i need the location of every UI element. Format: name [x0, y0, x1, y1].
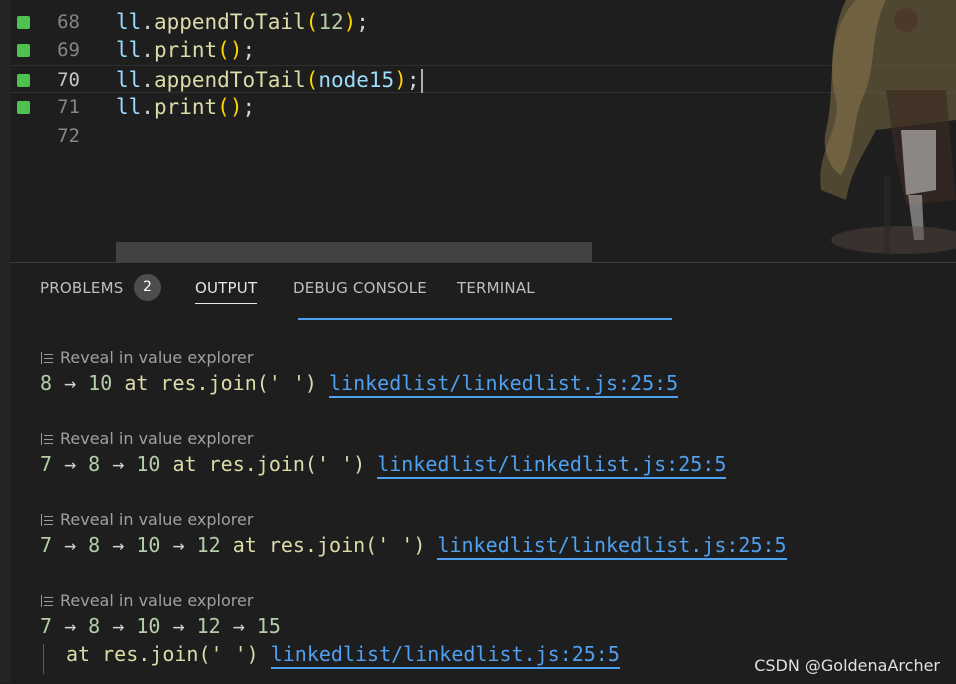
- source-expression: at res.join(' '): [232, 533, 426, 557]
- output-value-line: 7 → 8 → 10 at res.join(' ') linkedlist/l…: [40, 450, 940, 479]
- list-tree-icon: [40, 595, 54, 607]
- list-value: 8: [88, 533, 101, 557]
- source-expression: at res.join(' '): [172, 452, 366, 476]
- output-value-line: 7 → 8 → 10 → 12 at res.join(' ') linkedl…: [40, 531, 940, 560]
- text-cursor: [420, 69, 423, 93]
- wrap-indent-guide: [43, 644, 44, 674]
- source-expression: at res.join(' '): [66, 642, 259, 666]
- reveal-in-value-explorer[interactable]: Reveal in value explorer: [40, 509, 940, 531]
- code-text: ll.appendToTail(node15);: [116, 66, 423, 94]
- reveal-label: Reveal in value explorer: [60, 429, 254, 448]
- list-value: 7: [40, 452, 53, 476]
- source-location-link[interactable]: linkedlist/linkedlist.js:25:5: [329, 371, 679, 398]
- reveal-in-value-explorer[interactable]: Reveal in value explorer: [40, 590, 940, 612]
- panel-tab-bar: PROBLEMS 2 OUTPUT DEBUG CONSOLE TERMINAL: [10, 263, 956, 313]
- output-entry: Reveal in value explorer 8 → 10 at res.j…: [40, 347, 940, 398]
- reveal-label: Reveal in value explorer: [60, 591, 254, 610]
- output-value-line: 7 → 8 → 10 → 12 → 15: [40, 614, 281, 638]
- list-value: 8: [88, 452, 101, 476]
- source-location-link[interactable]: linkedlist/linkedlist.js:25:5: [270, 642, 620, 669]
- tab-output[interactable]: OUTPUT: [195, 279, 258, 304]
- list-tree-icon: [40, 352, 54, 364]
- list-value: 12: [196, 614, 221, 638]
- watermark: CSDN @GoldenaArcher: [754, 656, 940, 675]
- modified-line-marker: [17, 101, 30, 114]
- horizontal-scrollbar[interactable]: [116, 242, 592, 262]
- modified-line-marker: [17, 44, 30, 57]
- line-number: 69: [57, 39, 80, 61]
- list-value: 8: [40, 371, 53, 395]
- list-tree-icon: [40, 433, 54, 445]
- output-entry: Reveal in value explorer 7 → 8 → 10 at r…: [40, 428, 940, 479]
- background-character-artwork: [820, 0, 956, 255]
- source-location-link[interactable]: linkedlist/linkedlist.js:25:5: [437, 533, 787, 560]
- problems-count-badge: 2: [134, 274, 161, 301]
- list-value: 12: [196, 533, 221, 557]
- source-location-link[interactable]: linkedlist/linkedlist.js:25:5: [377, 452, 727, 479]
- line-number: 72: [57, 125, 80, 147]
- reveal-in-value-explorer[interactable]: Reveal in value explorer: [40, 347, 940, 369]
- code-arg: 12: [318, 10, 344, 34]
- reveal-label: Reveal in value explorer: [60, 348, 254, 367]
- output-value-line: 8 → 10 at res.join(' ') linkedlist/linke…: [40, 369, 940, 398]
- activity-bar-edge: [0, 0, 10, 683]
- list-value: 10: [136, 614, 161, 638]
- tab-debug-console[interactable]: DEBUG CONSOLE: [293, 279, 427, 297]
- line-number: 70: [57, 69, 80, 91]
- reveal-label: Reveal in value explorer: [60, 510, 254, 529]
- list-value: 10: [88, 371, 113, 395]
- list-value: 8: [88, 614, 101, 638]
- list-tree-icon: [40, 514, 54, 526]
- list-value: 7: [40, 614, 53, 638]
- bottom-panel: PROBLEMS 2 OUTPUT DEBUG CONSOLE TERMINAL…: [10, 262, 956, 684]
- list-value: 10: [136, 533, 161, 557]
- code-text: ll.appendToTail(12);: [116, 10, 369, 34]
- output-log: Reveal in value explorer 8 → 10 at res.j…: [10, 313, 956, 684]
- code-object: ll: [116, 10, 142, 34]
- reveal-in-value-explorer[interactable]: Reveal in value explorer: [40, 428, 940, 450]
- code-method: appendToTail: [153, 10, 306, 34]
- line-number: 71: [57, 96, 80, 118]
- line-number: 68: [57, 11, 80, 33]
- modified-line-marker: [17, 74, 30, 87]
- tab-problems[interactable]: PROBLEMS: [40, 279, 123, 297]
- code-editor[interactable]: 68 ll.appendToTail(12); 69 ll.print(); 7…: [10, 0, 956, 262]
- tab-terminal[interactable]: TERMINAL: [457, 279, 535, 297]
- clipped-link-underline: [298, 313, 672, 320]
- modified-line-marker: [17, 16, 30, 29]
- code-text: ll.print();: [116, 38, 256, 62]
- list-value: 7: [40, 533, 53, 557]
- code-text: ll.print();: [116, 95, 256, 119]
- list-value: 15: [256, 614, 281, 638]
- list-value: 10: [136, 452, 161, 476]
- source-expression: at res.join(' '): [124, 371, 317, 395]
- output-entry: Reveal in value explorer 7 → 8 → 10 → 12…: [40, 509, 940, 560]
